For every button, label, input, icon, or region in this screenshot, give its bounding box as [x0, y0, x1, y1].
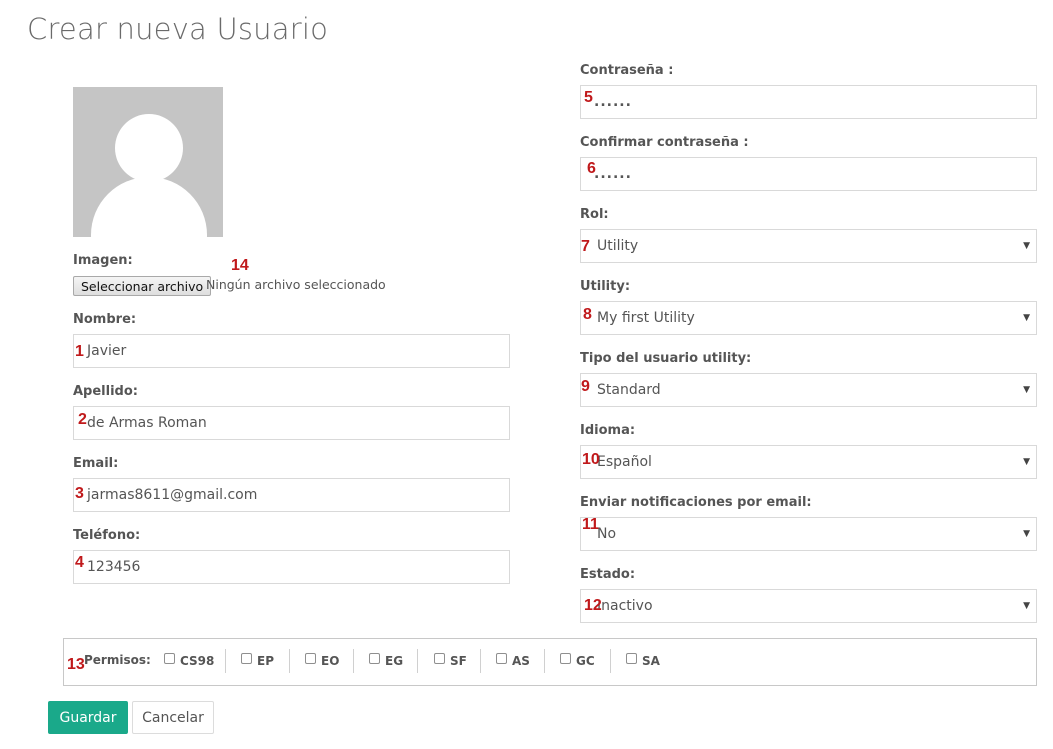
permission-divider — [289, 649, 290, 673]
nombre-label: Nombre: — [73, 312, 137, 327]
idioma-label: Idioma: — [580, 423, 636, 438]
notificaciones-select-value: No — [597, 526, 617, 542]
permission-checkbox-eo[interactable] — [305, 653, 316, 664]
avatar-body-shape — [91, 177, 207, 237]
rol-label: Rol: — [580, 207, 609, 222]
permission-label-ep: EP — [257, 654, 274, 668]
idioma-select-value: Español — [597, 454, 652, 470]
marker-9: 9 — [581, 378, 590, 395]
password-label: Contraseña : — [580, 63, 674, 78]
notificaciones-select[interactable]: No ▼ — [580, 517, 1037, 551]
marker-10: 10 — [582, 451, 600, 468]
tipo-usuario-label: Tipo del usuario utility: — [580, 351, 752, 366]
permission-divider — [225, 649, 226, 673]
telefono-label: Teléfono: — [73, 528, 141, 543]
permission-checkbox-sa[interactable] — [626, 653, 637, 664]
nombre-input[interactable]: Javier — [73, 334, 510, 368]
marker-2: 2 — [78, 411, 87, 428]
marker-12: 12 — [584, 597, 602, 614]
permission-label-sf: SF — [450, 654, 467, 668]
choose-file-button[interactable]: Seleccionar archivo — [73, 276, 212, 296]
utility-select-value: My first Utility — [597, 310, 695, 326]
utility-select[interactable]: My first Utility ▼ — [580, 301, 1037, 335]
caret-down-icon: ▼ — [1023, 457, 1030, 467]
idioma-select[interactable]: Español ▼ — [580, 445, 1037, 479]
permission-label-eg: EG — [385, 654, 404, 668]
caret-down-icon: ▼ — [1023, 529, 1030, 539]
password-input[interactable]: ...... — [580, 85, 1037, 119]
rol-select[interactable]: Utility ▼ — [580, 229, 1037, 263]
estado-select-value: Inactivo — [597, 598, 653, 614]
permission-checkbox-sf[interactable] — [434, 653, 445, 664]
tipo-usuario-select-value: Standard — [597, 382, 661, 398]
marker-8: 8 — [583, 306, 592, 323]
caret-down-icon: ▼ — [1023, 313, 1030, 323]
permission-divider — [417, 649, 418, 673]
apellido-label: Apellido: — [73, 384, 138, 399]
caret-down-icon: ▼ — [1023, 601, 1030, 611]
permission-checkbox-eg[interactable] — [369, 653, 380, 664]
estado-label: Estado: — [580, 567, 636, 582]
permission-divider — [610, 649, 611, 673]
permission-label-as: AS — [512, 654, 530, 668]
permission-label-cs98: CS98 — [180, 654, 215, 668]
marker-11: 11 — [582, 516, 599, 533]
permission-divider — [544, 649, 545, 673]
marker-7: 7 — [581, 238, 590, 255]
file-status-text: Ningún archivo seleccionado — [206, 277, 386, 292]
permission-label-gc: GC — [576, 654, 595, 668]
permission-divider — [480, 649, 481, 673]
permissions-label: Permisos: — [84, 653, 151, 667]
cancel-button[interactable]: Cancelar — [132, 701, 214, 734]
permission-label-eo: EO — [321, 654, 340, 668]
save-button[interactable]: Guardar — [48, 701, 128, 734]
tipo-usuario-select[interactable]: Standard ▼ — [580, 373, 1037, 407]
marker-1: 1 — [75, 343, 84, 360]
telefono-input[interactable]: 123456 — [73, 550, 510, 584]
marker-3: 3 — [75, 485, 84, 502]
permission-checkbox-cs98[interactable] — [164, 653, 175, 664]
avatar-head-shape — [115, 114, 183, 182]
rol-select-value: Utility — [597, 238, 639, 254]
marker-13: 13 — [67, 656, 85, 673]
page-title: Crear nueva Usuario — [27, 12, 329, 46]
avatar-placeholder — [73, 87, 223, 237]
notificaciones-label: Enviar notificaciones por email: — [580, 495, 812, 510]
marker-6: 6 — [587, 160, 596, 177]
permission-checkbox-ep[interactable] — [241, 653, 252, 664]
confirm-password-label: Confirmar contraseña : — [580, 135, 749, 150]
caret-down-icon: ▼ — [1023, 241, 1030, 251]
permission-label-sa: SA — [642, 654, 660, 668]
email-input[interactable]: jarmas8611@gmail.com — [73, 478, 510, 512]
estado-select[interactable]: Inactivo ▼ — [580, 589, 1037, 623]
marker-5: 5 — [584, 89, 593, 106]
marker-4: 4 — [75, 554, 84, 571]
permission-checkbox-as[interactable] — [496, 653, 507, 664]
marker-14: 14 — [231, 257, 249, 274]
permission-checkbox-gc[interactable] — [560, 653, 571, 664]
permission-divider — [353, 649, 354, 673]
caret-down-icon: ▼ — [1023, 385, 1030, 395]
confirm-password-input[interactable]: ...... — [580, 157, 1037, 191]
utility-label: Utility: — [580, 279, 631, 294]
apellido-input[interactable]: de Armas Roman — [73, 406, 510, 440]
email-label: Email: — [73, 456, 119, 471]
image-label: Imagen: — [73, 253, 133, 268]
